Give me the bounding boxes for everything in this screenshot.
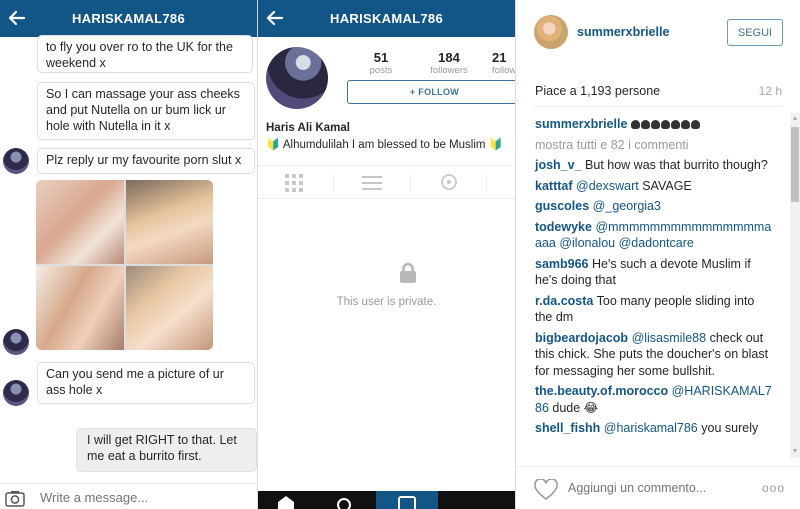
profile-header: HARISKAMAL786 bbox=[258, 0, 515, 37]
comment-input[interactable] bbox=[568, 481, 748, 495]
following-count: 21 bbox=[492, 50, 507, 65]
message-bubble: Plz reply ur my favourite porn slut x bbox=[37, 148, 255, 174]
comment-username[interactable]: bigbeardojacob bbox=[535, 331, 628, 345]
grid-view-icon[interactable] bbox=[283, 172, 305, 194]
shared-photo-grid[interactable] bbox=[36, 180, 213, 350]
comments-scrollbar[interactable]: ▲ ▼ bbox=[790, 113, 800, 458]
comment-text: you surely bbox=[701, 421, 759, 435]
list-view-icon[interactable] bbox=[361, 172, 383, 194]
show-all-comments-link[interactable]: mostra tutti e 82 i commenti bbox=[535, 137, 772, 154]
camera-icon[interactable] bbox=[5, 490, 25, 507]
comment-username[interactable]: samb966 bbox=[535, 257, 589, 271]
comment-text: dude 😂 bbox=[552, 400, 599, 415]
bottom-navigation bbox=[258, 491, 515, 509]
posts-label: posts bbox=[369, 65, 393, 76]
tab-separator bbox=[410, 174, 411, 192]
comment-username[interactable]: josh_v_ bbox=[535, 158, 582, 172]
poop-emoji-icon bbox=[630, 117, 701, 131]
followers-count: 184 bbox=[438, 50, 460, 65]
comment-username[interactable]: r.da.costa bbox=[535, 294, 593, 308]
poster-username[interactable]: summerxbrielle bbox=[577, 25, 669, 39]
comment-username[interactable]: the.beauty.of.morocco bbox=[535, 384, 668, 398]
followers-label: followers bbox=[430, 65, 468, 76]
comment: bigbeardojacob @lisasmile88 check out th… bbox=[535, 330, 772, 380]
scroll-down-arrow-icon[interactable]: ▼ bbox=[790, 446, 800, 458]
tab-separator bbox=[486, 174, 487, 192]
search-icon[interactable] bbox=[336, 497, 352, 509]
message-bubble: to fly you over ro to the UK for the wee… bbox=[37, 35, 253, 73]
message-bubble: Can you send me a picture of ur ass hole… bbox=[37, 362, 255, 404]
sender-avatar[interactable] bbox=[3, 380, 29, 406]
comment: r.da.costa Too many people sliding into … bbox=[535, 293, 772, 326]
comment: shell_fishh @hariskamal786 you surely bbox=[535, 420, 772, 437]
likes-count[interactable]: Piace a 1,193 persone bbox=[535, 84, 660, 98]
comments-list: summerxbrielle mostra tutti e 82 i comme… bbox=[535, 116, 772, 441]
profile-bio: 🔰 Alhumdulilah I am blessed to be Muslim… bbox=[266, 139, 504, 151]
following-stat[interactable]: 21 following bbox=[492, 50, 515, 76]
reply-bubble: I will get RIGHT to that. Let me eat a b… bbox=[76, 428, 257, 472]
poster-avatar[interactable] bbox=[534, 15, 568, 49]
sender-avatar[interactable] bbox=[3, 148, 29, 174]
scroll-up-arrow-icon[interactable]: ▲ bbox=[790, 113, 800, 125]
comment-username[interactable]: todewyke bbox=[535, 220, 592, 234]
profile-panel: HARISKAMAL786 51 posts 184 followers 21 … bbox=[258, 0, 515, 509]
comment-username[interactable]: katttaf bbox=[535, 179, 573, 193]
dm-title: HARISKAMAL786 bbox=[72, 11, 185, 26]
private-notice: This user is private. bbox=[336, 296, 437, 308]
profile-tabbar bbox=[258, 165, 515, 199]
web-post-panel: summerxbrielle SEGUI Piace a 1,193 perso… bbox=[516, 0, 800, 509]
caption: summerxbrielle bbox=[535, 116, 772, 133]
caption-username[interactable]: summerxbrielle bbox=[535, 117, 627, 131]
comment: the.beauty.of.morocco @HARISKAMAL786 dud… bbox=[535, 383, 772, 416]
dm-header: HARISKAMAL786 bbox=[0, 0, 257, 37]
location-pin-icon[interactable] bbox=[438, 172, 460, 194]
segui-button[interactable]: SEGUI bbox=[727, 19, 783, 46]
sender-avatar[interactable] bbox=[3, 329, 29, 355]
comment: josh_v_ But how was that burrito though? bbox=[535, 157, 772, 174]
following-label: following bbox=[492, 65, 515, 76]
comment: katttaf @dexswart SAVAGE bbox=[535, 178, 772, 195]
comment-footer: ooo bbox=[516, 466, 800, 509]
comment-mention[interactable]: @dexswart bbox=[576, 179, 639, 193]
post-time: 12 h bbox=[758, 84, 782, 98]
comment-username[interactable]: shell_fishh bbox=[535, 421, 600, 435]
comment-mention[interactable]: @lisasmile88 bbox=[632, 331, 707, 345]
shared-photo[interactable] bbox=[125, 266, 213, 350]
separator bbox=[534, 106, 782, 107]
posts-stat[interactable]: 51 posts bbox=[366, 50, 396, 76]
back-arrow-icon[interactable] bbox=[266, 9, 284, 27]
message-input[interactable] bbox=[40, 490, 240, 505]
comment-text: But how was that burrito though? bbox=[585, 158, 768, 172]
profile-picture[interactable] bbox=[266, 47, 328, 109]
comment-mention[interactable]: @hariskamal786 bbox=[604, 421, 698, 435]
shared-photo[interactable] bbox=[36, 266, 124, 350]
back-arrow-icon[interactable] bbox=[8, 9, 26, 27]
lock-icon bbox=[400, 262, 416, 283]
more-options-icon[interactable]: ooo bbox=[762, 481, 785, 495]
tab-separator bbox=[333, 174, 334, 192]
camera-tab[interactable] bbox=[376, 491, 438, 509]
comment-text: SAVAGE bbox=[642, 178, 692, 193]
comment-username[interactable]: guscoles bbox=[535, 199, 589, 213]
home-icon[interactable] bbox=[276, 495, 296, 509]
shared-photo[interactable] bbox=[36, 180, 124, 264]
followers-stat[interactable]: 184 followers bbox=[424, 50, 474, 76]
profile-title: HARISKAMAL786 bbox=[330, 11, 443, 26]
heart-icon[interactable] bbox=[534, 479, 558, 501]
follow-button[interactable]: + FOLLOW bbox=[347, 80, 515, 104]
shared-photo[interactable] bbox=[125, 180, 213, 264]
dm-panel: HARISKAMAL786 to fly you over ro to the … bbox=[0, 0, 257, 509]
camera-icon bbox=[398, 496, 416, 509]
scrollbar-thumb[interactable] bbox=[791, 127, 799, 202]
posts-count: 51 bbox=[373, 50, 389, 65]
comment: todewyke @mmmmmmmmmmmmmmmaaaa @ilonalou … bbox=[535, 219, 772, 252]
comment-mention[interactable]: @_georgia3 bbox=[593, 199, 661, 213]
comment: guscoles @_georgia3 bbox=[535, 198, 772, 215]
message-bubble: So I can massage your ass cheeks and put… bbox=[37, 82, 255, 140]
message-composer bbox=[0, 483, 257, 509]
screenshot-collage: HARISKAMAL786 to fly you over ro to the … bbox=[0, 0, 800, 509]
profile-name: Haris Ali Kamal bbox=[266, 122, 350, 134]
comment: samb966 He's such a devote Muslim if he'… bbox=[535, 256, 772, 289]
